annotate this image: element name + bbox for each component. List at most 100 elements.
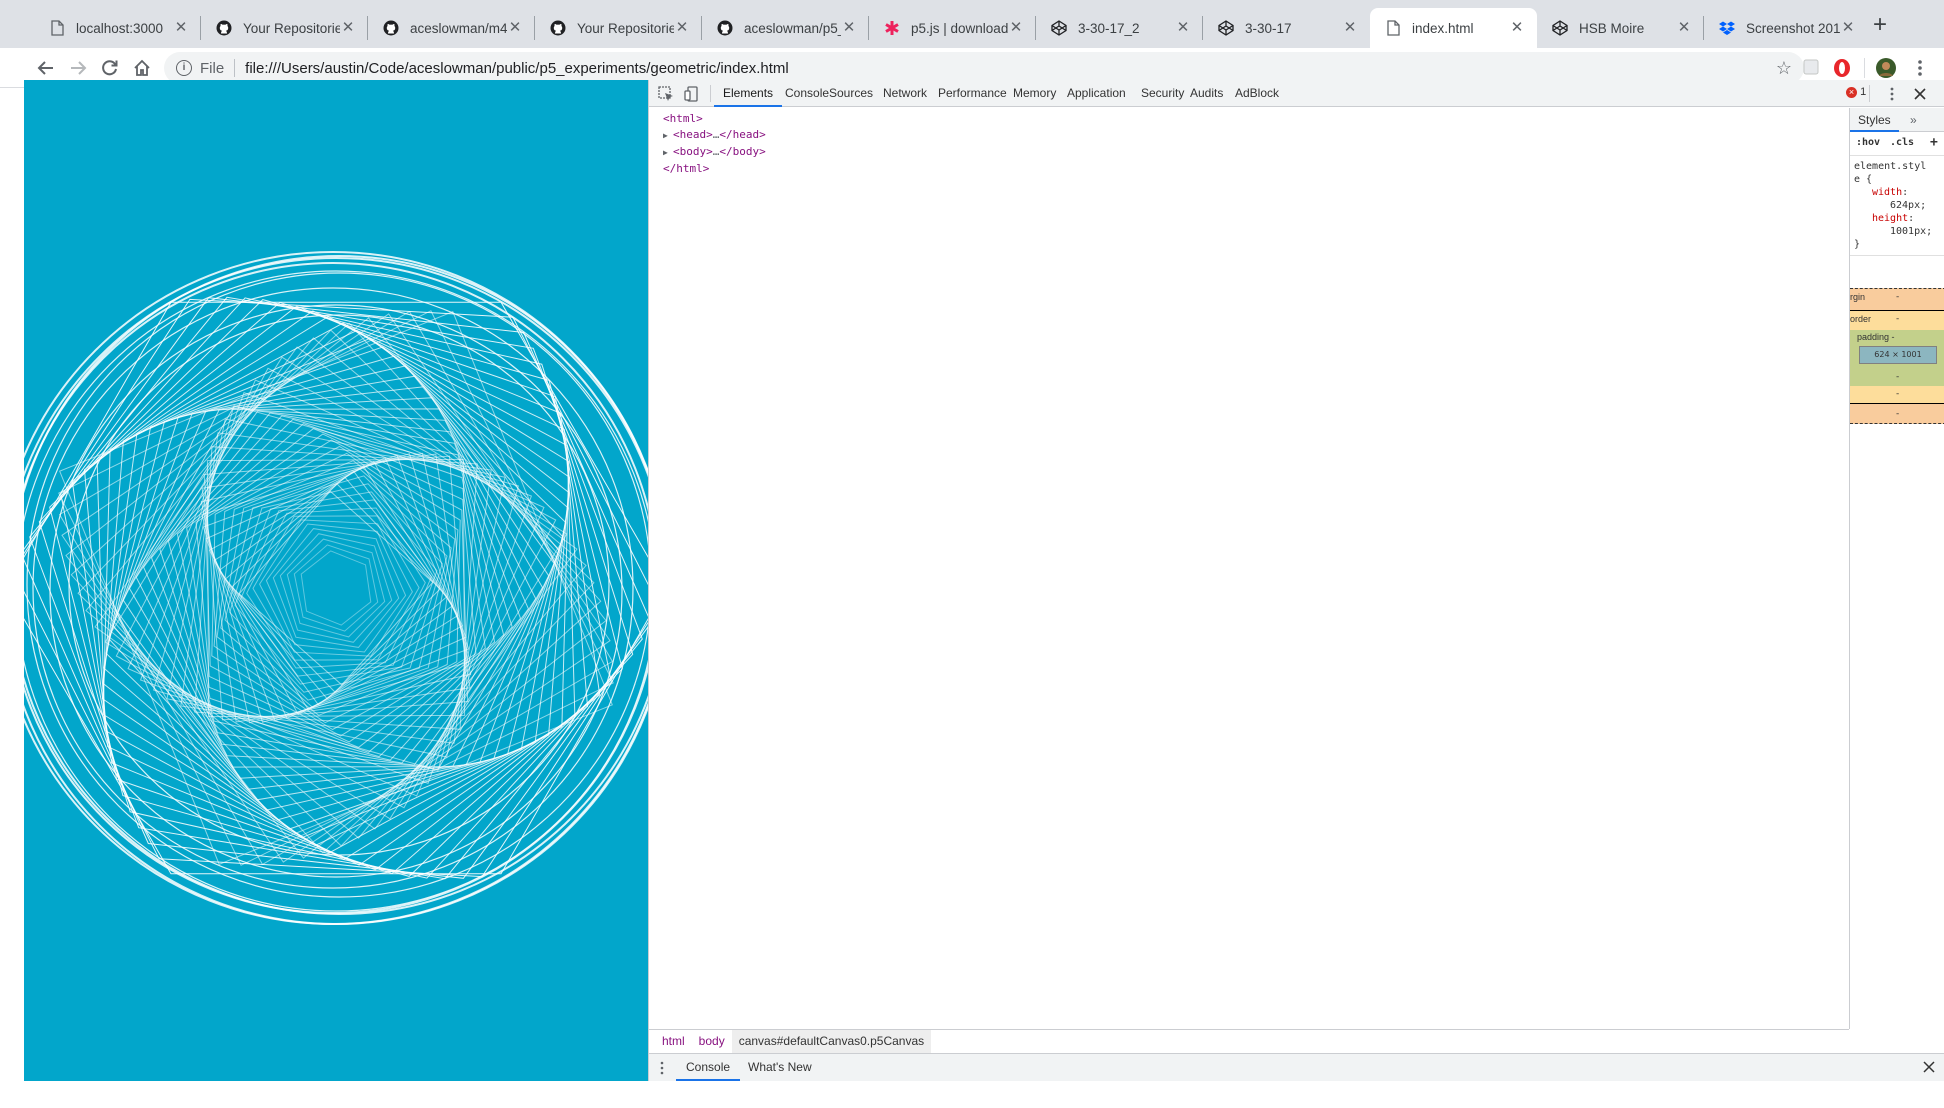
close-icon[interactable]: ✕ bbox=[1008, 20, 1024, 36]
tab-memory[interactable]: Memory bbox=[1004, 80, 1065, 107]
devtools-separator bbox=[1869, 85, 1870, 102]
close-icon[interactable]: ✕ bbox=[674, 20, 690, 36]
omnibox-divider bbox=[234, 59, 236, 77]
expand-triangle-icon[interactable]: ▶ bbox=[663, 145, 673, 161]
browser-tab[interactable]: Your Repositories ✕ bbox=[535, 8, 702, 48]
tab-title: index.html bbox=[1412, 20, 1474, 36]
close-icon[interactable]: ✕ bbox=[1676, 20, 1692, 36]
codepen-icon bbox=[1551, 19, 1569, 37]
browser-tab[interactable]: aceslowman/m4l ✕ bbox=[368, 8, 535, 48]
tab-adblock[interactable]: AdBlock bbox=[1226, 80, 1288, 107]
devtools-separator bbox=[710, 85, 711, 102]
browser-tab[interactable]: p5.js | download ✕ bbox=[869, 8, 1036, 48]
close-icon[interactable]: ✕ bbox=[173, 20, 189, 36]
tab-sources[interactable]: Sources bbox=[820, 80, 882, 107]
css-value[interactable]: 1001px; bbox=[1854, 225, 1944, 238]
opera-extension-icon[interactable] bbox=[1832, 58, 1852, 78]
tab-audits[interactable]: Audits bbox=[1181, 80, 1232, 107]
box-model-content[interactable]: 624 × 1001 bbox=[1859, 346, 1937, 364]
browser-tab[interactable]: aceslowman/p5_d✕ bbox=[702, 8, 869, 48]
dom-node-html-close[interactable]: </html> bbox=[663, 161, 1849, 177]
close-icon[interactable]: ✕ bbox=[841, 20, 857, 36]
drawer-tab-what-s-new[interactable]: What's New bbox=[738, 1054, 822, 1081]
tab-elements[interactable]: Elements bbox=[714, 80, 783, 107]
codepen-icon bbox=[1217, 19, 1235, 37]
close-icon[interactable]: ✕ bbox=[340, 20, 356, 36]
dom-node-html-open[interactable]: <html> bbox=[663, 111, 1849, 127]
browser-tab[interactable]: localhost:3000 ✕ bbox=[34, 8, 201, 48]
page-icon bbox=[1384, 19, 1402, 37]
close-icon[interactable]: ✕ bbox=[507, 20, 523, 36]
css-value[interactable]: 624px; bbox=[1854, 199, 1944, 212]
browser-tab[interactable]: Your Repositories ✕ bbox=[201, 8, 368, 48]
dom-node-body[interactable]: ▶ <body>…</body> bbox=[663, 144, 1849, 161]
css-property[interactable]: width bbox=[1872, 187, 1902, 198]
scheme-label: File bbox=[200, 59, 225, 77]
tab-application[interactable]: Application bbox=[1058, 80, 1135, 107]
extension-icon[interactable] bbox=[1802, 58, 1822, 78]
drawer-menu-icon[interactable] bbox=[659, 1060, 665, 1079]
reload-button[interactable] bbox=[96, 54, 124, 82]
dropbox-icon bbox=[1718, 19, 1736, 37]
bookmark-star-icon[interactable]: ☆ bbox=[1776, 58, 1792, 79]
chevron-more-icon[interactable]: » bbox=[1910, 108, 1926, 132]
home-button[interactable] bbox=[128, 54, 156, 82]
back-button[interactable] bbox=[32, 54, 60, 82]
error-counter[interactable]: × 1 bbox=[1846, 86, 1866, 98]
browser-tab[interactable]: 3-30-17 ✕ bbox=[1203, 8, 1370, 48]
inspect-element-icon[interactable] bbox=[657, 85, 675, 103]
new-tab-button[interactable]: + bbox=[1866, 12, 1894, 40]
toolbar-divider bbox=[1864, 58, 1865, 78]
close-icon[interactable]: ✕ bbox=[1175, 20, 1191, 36]
kebab-menu-icon bbox=[1918, 60, 1922, 76]
close-icon[interactable]: ✕ bbox=[1509, 20, 1525, 36]
breadcrumb-item[interactable]: body bbox=[692, 1030, 732, 1053]
box-model-margin: rgin - - order - - padding - - 624 × 100… bbox=[1850, 288, 1944, 424]
tab-title: Your Repositories bbox=[577, 20, 674, 36]
dom-node-head[interactable]: ▶ <head>…</head> bbox=[663, 127, 1849, 144]
browser-tab[interactable]: 3-30-17_2 ✕ bbox=[1036, 8, 1203, 48]
drawer-tab-console[interactable]: Console bbox=[676, 1054, 741, 1081]
browser-tab[interactable]: Screenshot 2019 ✕ bbox=[1704, 8, 1868, 48]
forward-button[interactable] bbox=[64, 54, 92, 82]
avatar[interactable] bbox=[1876, 58, 1896, 78]
close-icon[interactable]: ✕ bbox=[1840, 20, 1856, 36]
rule-close: } bbox=[1854, 239, 1861, 250]
tab-strip: localhost:3000 ✕ Your Repositories ✕ aceslow… bbox=[0, 0, 1944, 48]
url-text[interactable]: file:///Users/austin/Code/aceslowman/pub… bbox=[245, 60, 789, 77]
error-icon: × bbox=[1846, 87, 1857, 98]
hov-toggle[interactable]: :hov bbox=[1856, 137, 1880, 148]
tab-title: localhost:3000 bbox=[76, 20, 164, 36]
info-icon[interactable]: i bbox=[176, 60, 192, 76]
rule-selector-cont: e { bbox=[1854, 174, 1873, 185]
styles-sidebar: Styles » :hov .cls + element.styl e { wi… bbox=[1849, 108, 1944, 1029]
chrome-menu-button[interactable] bbox=[1910, 58, 1930, 78]
expand-triangle-icon[interactable]: ▶ bbox=[663, 128, 673, 144]
tab-title: 3-30-17 bbox=[1245, 20, 1292, 36]
page-icon bbox=[48, 19, 66, 37]
breadcrumb-item[interactable]: canvas#defaultCanvas0.p5Canvas bbox=[731, 1030, 932, 1053]
border-value: - bbox=[1896, 389, 1900, 399]
close-devtools-icon[interactable] bbox=[1911, 85, 1929, 103]
breadcrumb-item[interactable]: html bbox=[655, 1030, 692, 1053]
tab-styles[interactable]: Styles bbox=[1850, 108, 1899, 132]
browser-tab[interactable]: index.html ✕ bbox=[1370, 8, 1537, 48]
devtools-menu-icon[interactable] bbox=[1883, 85, 1901, 103]
add-rule-icon[interactable]: + bbox=[1930, 135, 1938, 150]
close-icon[interactable]: ✕ bbox=[1342, 20, 1358, 36]
p5-canvas[interactable] bbox=[24, 80, 648, 1081]
close-drawer-icon[interactable] bbox=[1921, 1059, 1937, 1078]
css-property[interactable]: height bbox=[1872, 213, 1908, 224]
p5-asterisk-icon bbox=[883, 19, 901, 37]
reload-icon bbox=[102, 60, 118, 76]
devtools-drawer: Console What's New bbox=[649, 1053, 1944, 1081]
geometric-artwork bbox=[24, 251, 648, 925]
arrow-left-icon bbox=[37, 61, 53, 75]
cls-toggle[interactable]: .cls bbox=[1890, 137, 1914, 148]
element-style-rule[interactable]: element.styl e { width: 624px; height: 1… bbox=[1850, 156, 1944, 256]
device-toolbar-icon[interactable] bbox=[683, 85, 701, 103]
browser-tab[interactable]: HSB Moire ✕ bbox=[1537, 8, 1704, 48]
tab-performance[interactable]: Performance bbox=[929, 80, 1016, 107]
dom-tree[interactable]: <html> ▶ <head>…</head> ▶ <body>…</body> <… bbox=[649, 108, 1849, 1028]
tab-network[interactable]: Network bbox=[874, 80, 936, 107]
